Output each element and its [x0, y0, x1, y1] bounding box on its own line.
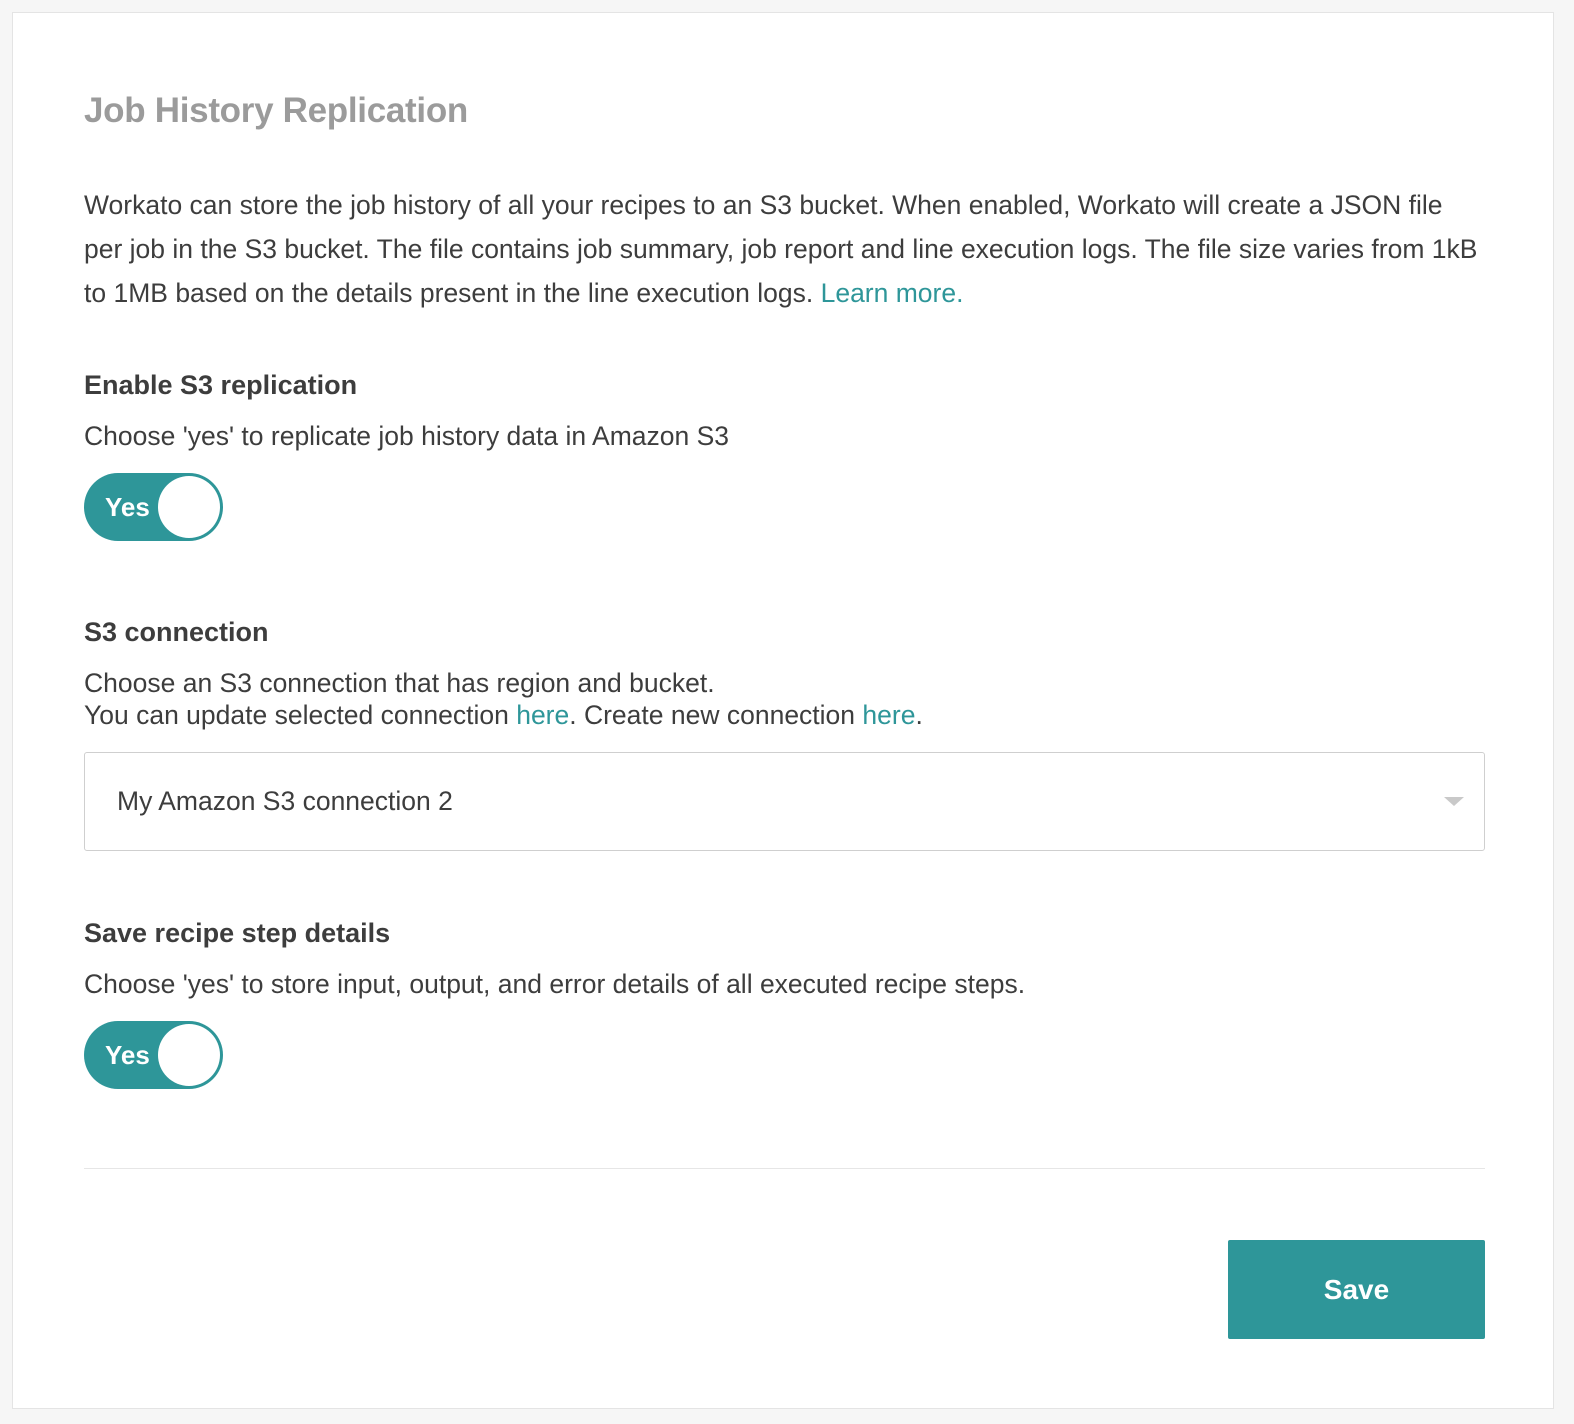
enable-replication-toggle-label: Yes	[105, 492, 150, 522]
enable-replication-title: Enable S3 replication	[84, 370, 358, 400]
s3-connection-select[interactable]: My Amazon S3 connection 2	[84, 752, 1485, 851]
help-line2-middle: . Create new connection	[569, 700, 856, 730]
settings-card: Job History Replication Workato can stor…	[12, 12, 1554, 1409]
page-description: Workato can store the job history of all…	[84, 183, 1485, 315]
create-connection-link[interactable]: here	[862, 700, 915, 730]
enable-replication-toggle[interactable]: Yes	[84, 473, 223, 541]
s3-connection-help-line2: You can update selected connection here.…	[84, 699, 923, 731]
update-connection-link[interactable]: here	[516, 700, 569, 730]
chevron-down-icon	[1444, 797, 1464, 806]
s3-connection-help-line1: Choose an S3 connection that has region …	[84, 668, 715, 698]
toggle-knob	[158, 476, 220, 538]
help-line2-suffix: .	[915, 700, 923, 730]
save-button[interactable]: Save	[1228, 1240, 1485, 1339]
help-line2-prefix: You can update selected connection	[84, 700, 509, 730]
save-step-details-toggle[interactable]: Yes	[84, 1021, 223, 1089]
footer-divider	[84, 1168, 1485, 1169]
learn-more-link[interactable]: Learn more.	[821, 278, 964, 308]
description-text: Workato can store the job history of all…	[84, 190, 1478, 308]
save-step-details-help: Choose 'yes' to store input, output, and…	[84, 969, 1026, 999]
s3-connection-selected-value: My Amazon S3 connection 2	[117, 786, 453, 816]
toggle-knob	[158, 1024, 220, 1086]
save-step-details-toggle-label: Yes	[105, 1040, 150, 1070]
s3-connection-title: S3 connection	[84, 617, 269, 647]
save-step-details-title: Save recipe step details	[84, 918, 391, 948]
page-title: Job History Replication	[84, 91, 468, 130]
enable-replication-help: Choose 'yes' to replicate job history da…	[84, 421, 730, 451]
